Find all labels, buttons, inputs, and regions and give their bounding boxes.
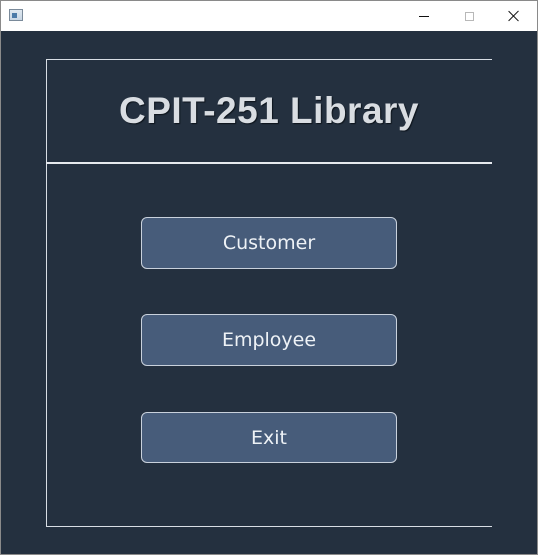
app-icon xyxy=(9,9,23,21)
close-icon xyxy=(508,10,520,22)
close-button[interactable] xyxy=(491,1,537,31)
maximize-icon xyxy=(464,11,474,21)
frame-bottom-border xyxy=(46,526,492,527)
minimize-icon xyxy=(419,15,429,17)
maximize-button[interactable] xyxy=(446,1,492,31)
page-title: CPIT-251 Library xyxy=(118,90,419,131)
minimize-button[interactable] xyxy=(401,1,447,31)
header-divider xyxy=(46,162,492,164)
exit-button[interactable]: Exit xyxy=(141,412,397,463)
app-window: CPIT-251 Library Customer Employee Exit xyxy=(0,0,538,555)
frame-top-border xyxy=(46,59,492,60)
employee-button[interactable]: Employee xyxy=(141,314,397,366)
customer-button[interactable]: Customer xyxy=(141,217,397,269)
title-bar[interactable] xyxy=(1,1,537,31)
